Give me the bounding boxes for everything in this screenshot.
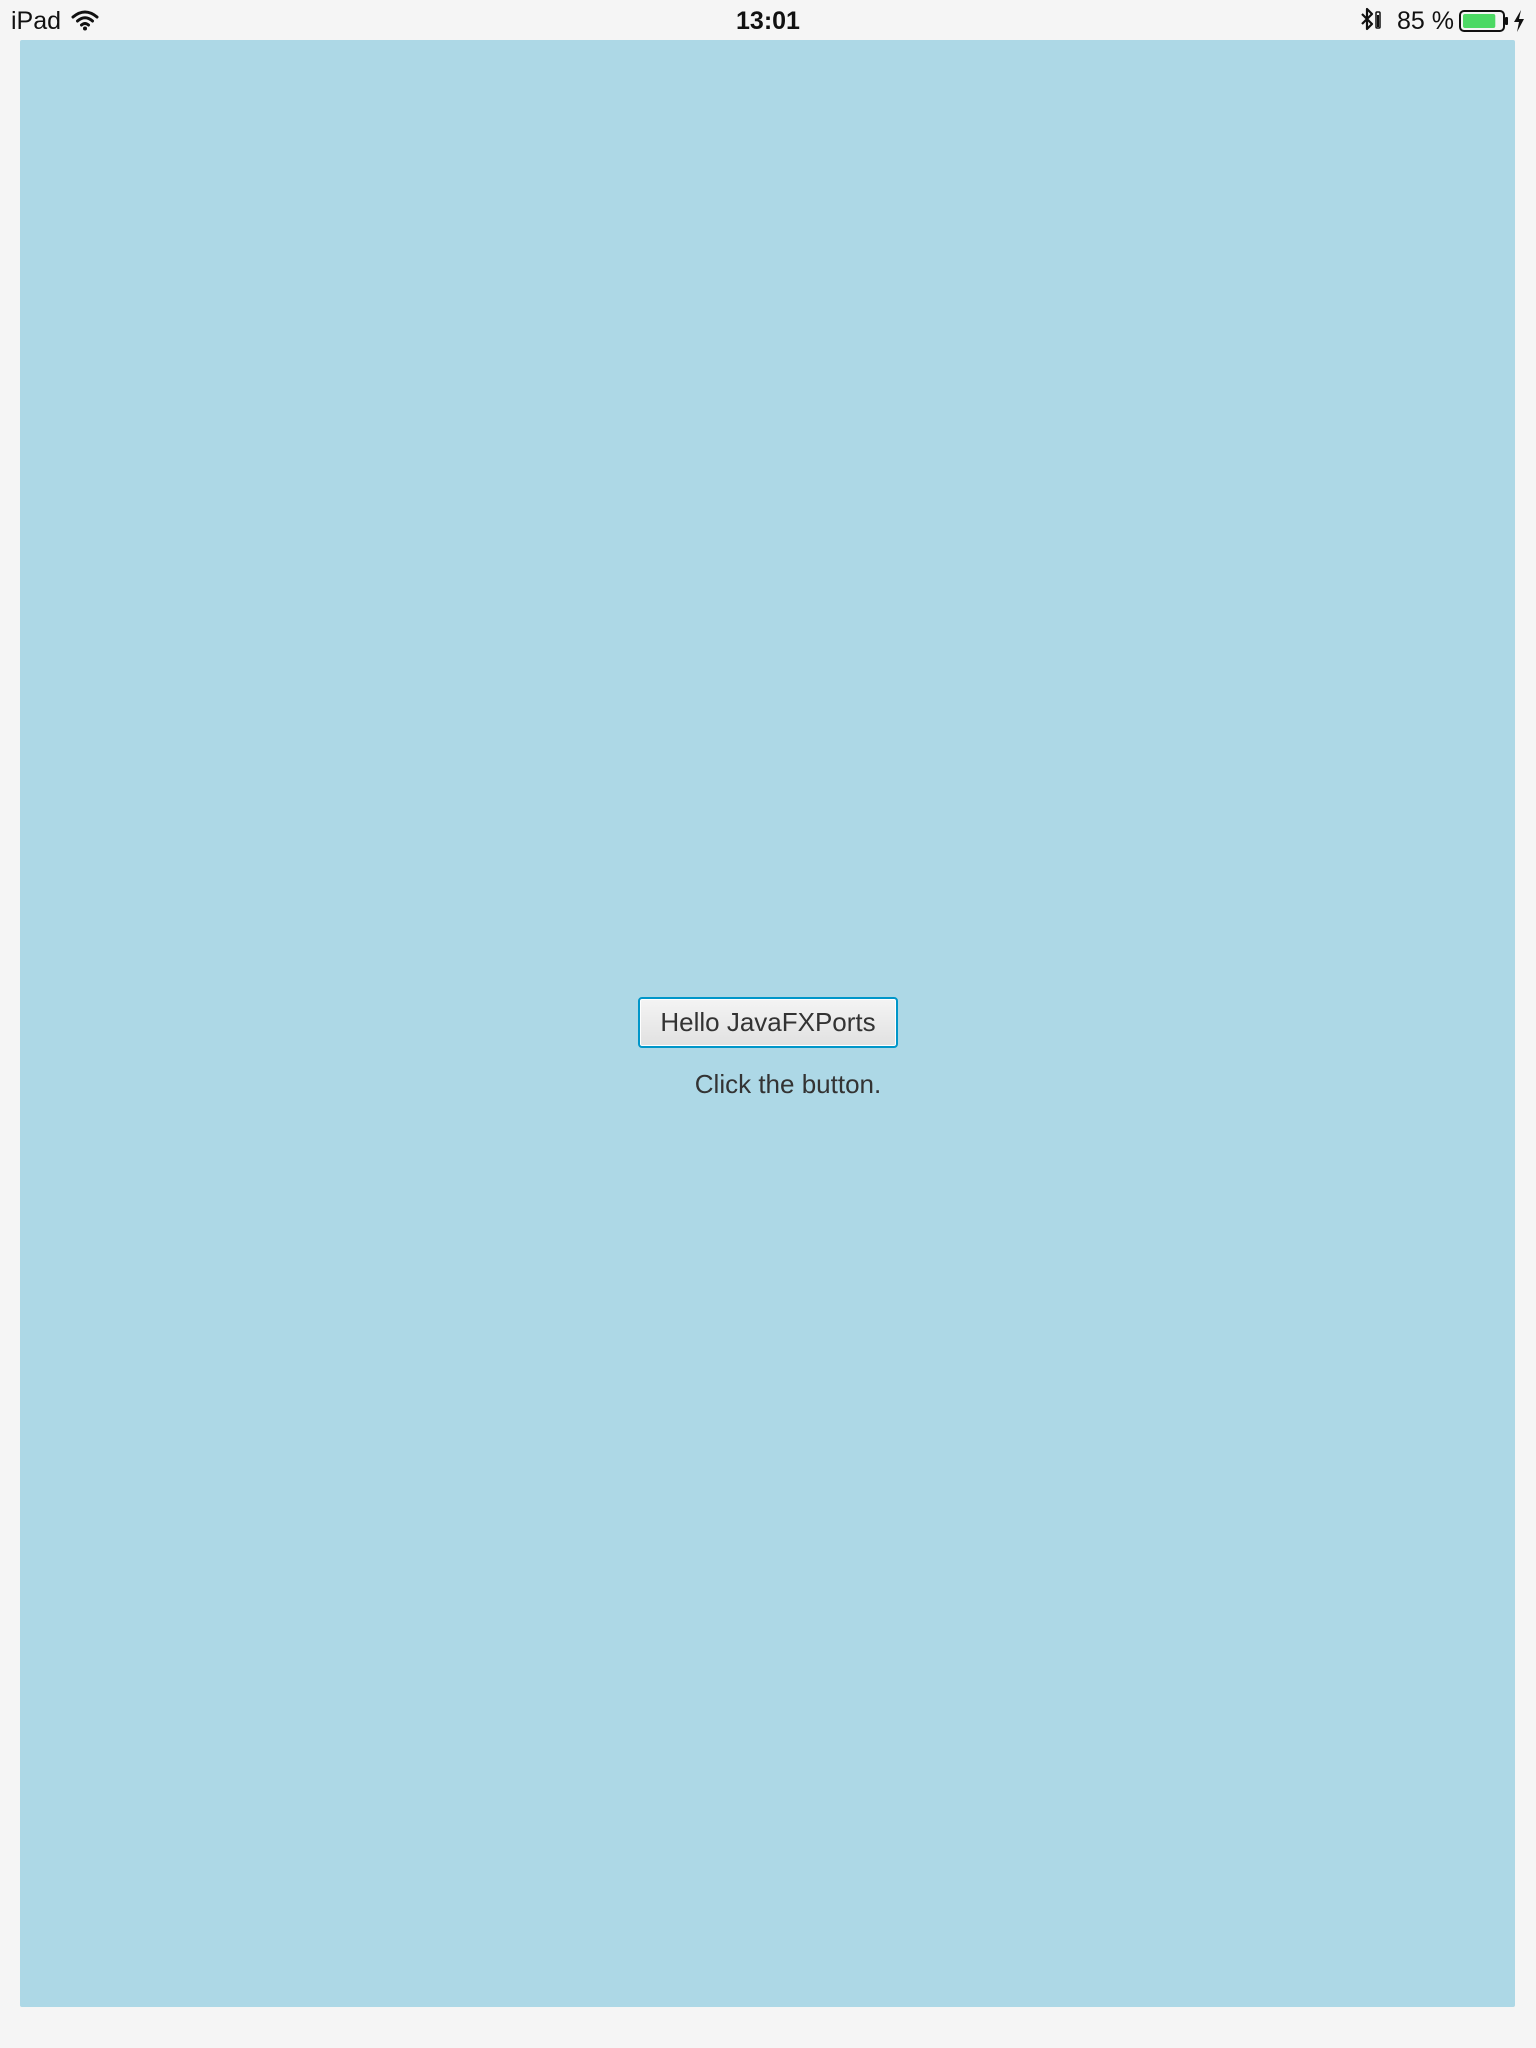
- hello-javafxports-button[interactable]: Hello JavaFXPorts: [638, 997, 898, 1048]
- battery-percent: 85 %: [1397, 7, 1454, 35]
- app-content-area: Hello JavaFXPorts Click the button.: [20, 40, 1515, 2007]
- bluetooth-icon: [1358, 7, 1382, 33]
- clock: 13:01: [736, 7, 800, 35]
- battery-icon: [1459, 10, 1509, 32]
- charging-icon: [1512, 9, 1526, 33]
- status-bar: iPad 13:01 85 %: [0, 0, 1536, 40]
- status-message: Click the button.: [694, 1069, 882, 1099]
